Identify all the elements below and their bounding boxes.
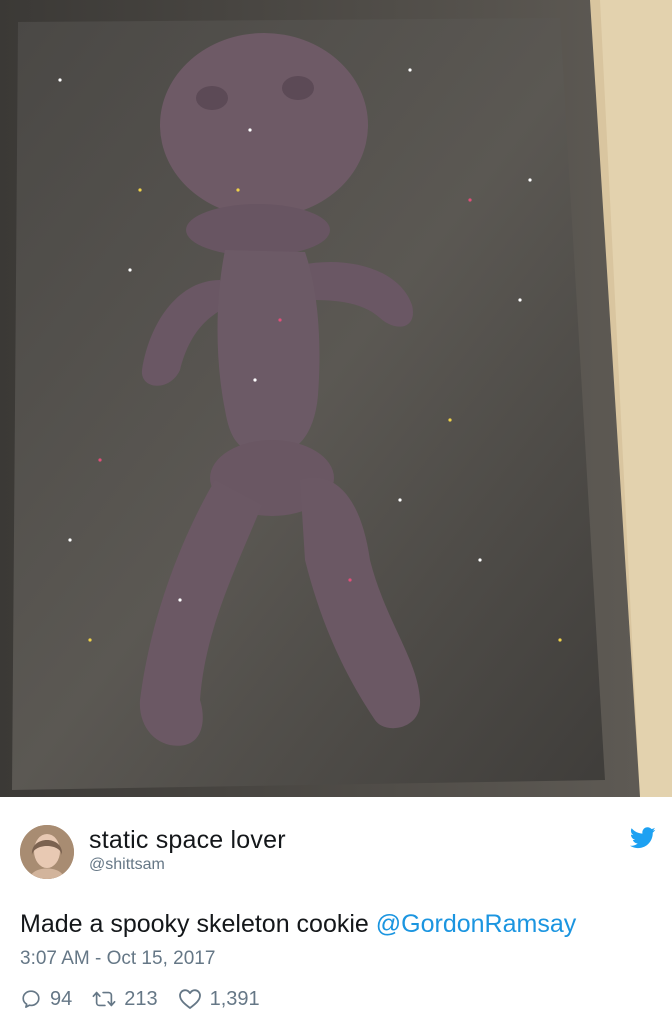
reply-bubble-icon [22,990,40,1008]
tweet-body: Made a spooky skeleton cookie [20,910,376,938]
tweet-card: static space lover @shittsam Made a spoo… [0,797,672,1030]
retweet-count: 213 [124,987,158,1010]
like-button[interactable]: 1,391 [178,988,260,1011]
tweet-text: Made a spooky skeleton cookie @GordonRam… [20,910,576,939]
tweet-photo[interactable] [0,0,672,797]
reply-count: 94 [50,987,73,1010]
like-count: 1,391 [209,987,260,1010]
timestamp[interactable]: 3:07 AM - Oct 15, 2017 [20,948,215,970]
retweet-button[interactable]: 213 [92,987,158,1011]
mention-link[interactable]: @GordonRamsay [376,910,576,938]
user-name[interactable]: static space lover [89,826,286,855]
action-bar: 94 213 1,391 [20,986,280,1012]
user-handle[interactable]: @shittsam [89,856,165,874]
profile-photo-icon [20,825,74,879]
twitter-bird-icon[interactable] [629,827,656,849]
retweet-icon [92,991,116,1007]
skeleton-cookie-photo [0,0,672,797]
heart-icon [178,989,201,1009]
avatar[interactable] [20,825,74,879]
reply-button[interactable]: 94 [20,988,72,1011]
